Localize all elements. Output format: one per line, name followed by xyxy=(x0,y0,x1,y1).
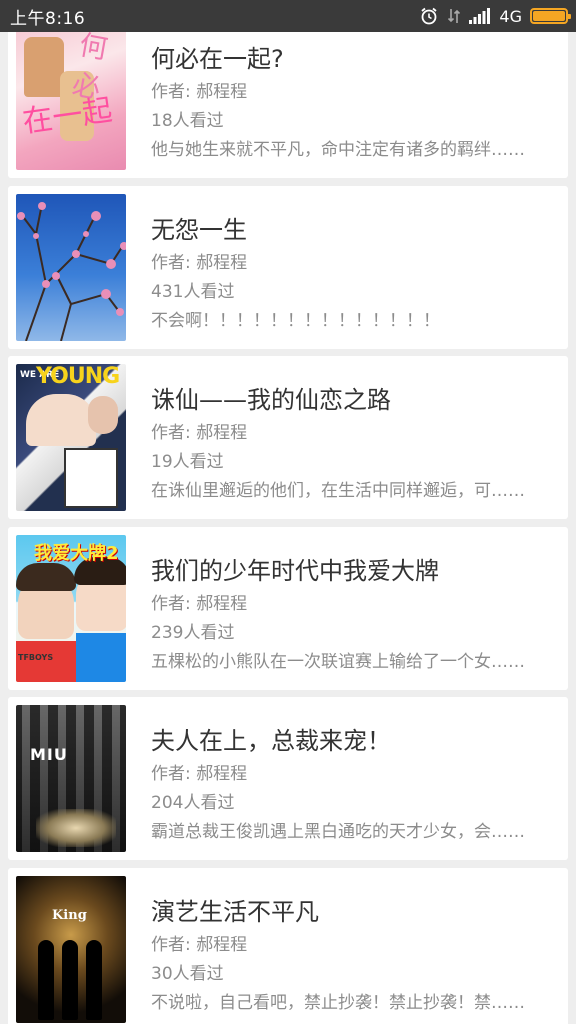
book-card[interactable]: WE ARE YOUNG 诛仙——我的仙恋之路 作者: 郝程程 19人看过 在诛… xyxy=(8,356,568,519)
network-label: 4G xyxy=(499,6,522,26)
book-card[interactable]: 我爱大牌2 TFBOYS 我们的少年时代中我爱大牌 作者: 郝程程 239人看过… xyxy=(8,526,568,690)
book-card[interactable]: 何必 在一起 何必在一起? 作者: 郝程程 18人看过 他与她生来就不平凡，命中… xyxy=(8,15,568,178)
book-card[interactable]: 无怨一生 作者: 郝程程 431人看过 不会啊！！！！！！！！！！！！！！ xyxy=(8,185,568,349)
alarm-icon xyxy=(419,6,439,26)
book-description: 不会啊！！！！！！！！！！！！！！ xyxy=(151,310,440,331)
cover-figure xyxy=(76,632,126,682)
book-author: 作者: 郝程程 xyxy=(151,764,248,784)
cover-photo-frame xyxy=(64,448,118,508)
signal-icon xyxy=(469,8,491,24)
book-views: 204人看过 xyxy=(151,793,235,813)
book-views: 19人看过 xyxy=(151,452,224,472)
book-description: 五棵松的小熊队在一次联谊赛上输给了一个女…… xyxy=(151,651,525,672)
book-author: 作者: 郝程程 xyxy=(151,82,248,102)
status-icons: 4G xyxy=(419,6,571,26)
book-cover-image[interactable] xyxy=(16,193,126,341)
book-views: 239人看过 xyxy=(151,622,235,643)
book-cover-image[interactable]: WE ARE YOUNG xyxy=(16,364,126,511)
book-title[interactable]: 诛仙——我的仙恋之路 xyxy=(151,380,391,415)
book-title[interactable]: 我们的少年时代中我爱大牌 xyxy=(151,551,439,586)
cover-figure xyxy=(62,939,78,1020)
cover-figure xyxy=(88,396,118,434)
cover-storefront-light xyxy=(36,809,116,847)
book-description: 不说啦，自己看吧，禁止抄袭！禁止抄袭！禁…… xyxy=(151,992,525,1013)
book-title[interactable]: 夫人在上，总裁来宠！ xyxy=(151,721,391,756)
cover-figure xyxy=(16,562,76,591)
book-description: 他与她生来就不平凡，命中注定有诸多的羁绊…… xyxy=(151,140,525,160)
blossom-branches-art xyxy=(17,201,126,341)
cover-text: YOUNG xyxy=(36,364,120,389)
book-cover-image[interactable]: 我爱大牌2 TFBOYS xyxy=(16,534,126,682)
book-cover-image[interactable]: 何必 在一起 xyxy=(16,23,126,170)
status-bar: 上午8:16 4G xyxy=(0,0,576,32)
book-views: 30人看过 xyxy=(151,963,224,984)
cover-figure xyxy=(38,939,54,1020)
cover-text: MIU xyxy=(30,745,68,764)
cover-figure xyxy=(86,939,102,1020)
book-cover-image[interactable]: King xyxy=(16,875,126,1023)
cover-figure xyxy=(24,37,64,97)
cover-text: TFBOYS xyxy=(18,652,54,662)
cover-figure xyxy=(26,394,96,446)
book-description: 在诛仙里邂逅的他们，在生活中同样邂逅，可…… xyxy=(151,481,525,501)
book-title[interactable]: 演艺生活不平凡 xyxy=(151,892,319,927)
book-views: 18人看过 xyxy=(151,111,224,131)
book-card[interactable]: King 演艺生活不平凡 作者: 郝程程 30人看过 不说啦，自己看吧，禁止抄袭… xyxy=(8,867,568,1024)
cover-text: King xyxy=(52,907,87,923)
book-title[interactable]: 无怨一生 xyxy=(151,210,247,245)
book-author: 作者: 郝程程 xyxy=(151,252,248,273)
book-cover-image[interactable]: MIU xyxy=(16,705,126,852)
cover-strip xyxy=(22,705,30,852)
book-author: 作者: 郝程程 xyxy=(151,423,248,443)
cover-text: 我爱大牌2 xyxy=(34,542,119,564)
status-time: 上午8:16 xyxy=(10,8,86,29)
battery-icon xyxy=(530,8,571,24)
book-author: 作者: 郝程程 xyxy=(151,593,248,614)
book-title[interactable]: 何必在一起? xyxy=(151,39,284,74)
book-list: 何必 在一起 何必在一起? 作者: 郝程程 18人看过 他与她生来就不平凡，命中… xyxy=(0,15,576,1024)
book-author: 作者: 郝程程 xyxy=(151,934,248,955)
book-description: 霸道总裁王俊凯遇上黑白通吃的天才少女，会…… xyxy=(151,822,525,842)
data-arrows-icon xyxy=(447,6,461,26)
book-views: 431人看过 xyxy=(151,281,235,302)
book-card[interactable]: MIU 夫人在上，总裁来宠！ 作者: 郝程程 204人看过 霸道总裁王俊凯遇上黑… xyxy=(8,697,568,860)
